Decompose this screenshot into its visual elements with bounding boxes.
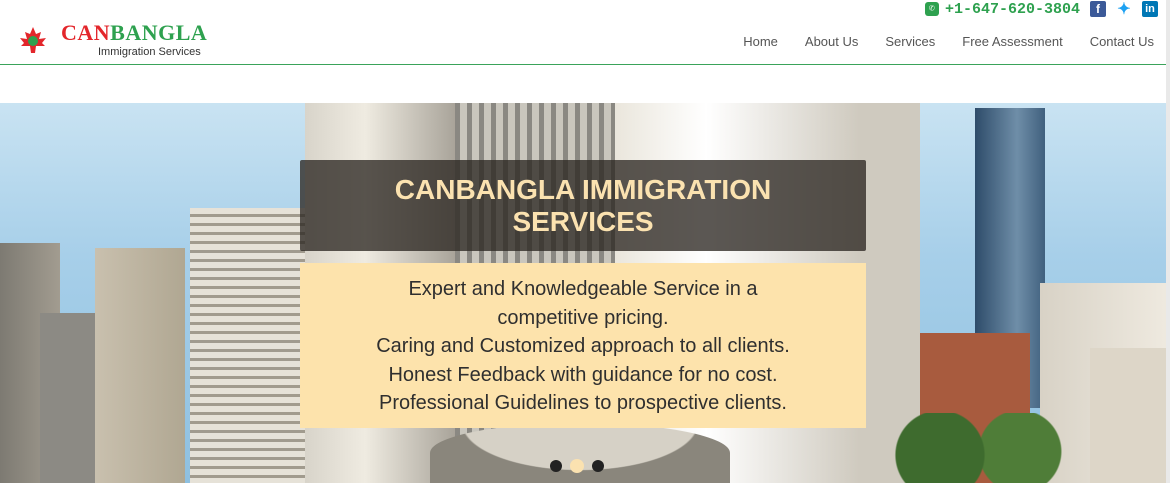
hero-description: Expert and Knowledgeable Service in a co… [300,275,866,418]
brand-can: CAN [61,20,111,45]
linkedin-icon[interactable]: in [1142,1,1158,17]
hero-title-box: CANBANGLA IMMIGRATION SERVICES [300,160,866,251]
site-logo[interactable]: CANBANGLA Immigration Services [14,22,234,64]
main-nav: Home About Us Services Free Assessment C… [743,34,1154,49]
slider-dot[interactable] [550,460,562,472]
twitter-icon[interactable]: ✦ [1116,1,1132,18]
background-building [1090,348,1170,483]
hero-description-line: Honest Feedback with guidance for no cos… [388,363,778,386]
slider-dot-active[interactable] [570,459,584,473]
background-building [95,248,185,483]
nav-contact-us[interactable]: Contact Us [1090,34,1154,49]
brand-bangla: BANGLA [110,20,208,45]
slider-dot[interactable] [592,460,604,472]
hero-description-line: Expert and Knowledgeable Service in a [408,278,758,300]
top-contact-bar: ✆ +1-647-620-3804 f ✦ in [924,0,1158,18]
brand-tagline: Immigration Services [98,46,201,58]
phone-link[interactable]: ✆ +1-647-620-3804 [924,0,1080,18]
background-trees [880,413,1080,483]
header-divider [0,64,1170,65]
brand-name: CANBANGLA [61,22,207,44]
hero-title-line: SERVICES [512,206,654,237]
site-header: CANBANGLA Immigration Services ✆ +1-647-… [0,0,1170,66]
facebook-icon[interactable]: f [1090,1,1106,17]
nav-home[interactable]: Home [743,34,778,49]
hero-description-line: Professional Guidelines to prospective c… [379,392,787,414]
nav-about-us[interactable]: About Us [805,34,858,49]
background-dome [430,423,730,483]
page-scrollbar[interactable] [1166,0,1170,483]
hero-description-line: Caring and Customized approach to all cl… [376,335,790,357]
maple-leaf-icon [20,27,46,53]
phone-number: +1-647-620-3804 [944,0,1080,18]
hero-description-line: competitive pricing. [497,306,669,329]
background-building [40,313,100,483]
slider-dots [550,459,604,473]
hero-slider: CANBANGLA IMMIGRATION SERVICES Expert an… [0,103,1170,483]
hero-title-line: CANBANGLA IMMIGRATION [394,174,772,205]
nav-services[interactable]: Services [885,34,935,49]
nav-free-assessment[interactable]: Free Assessment [962,34,1062,49]
hero-title: CANBANGLA IMMIGRATION SERVICES [300,174,866,238]
phone-icon: ✆ [924,2,939,16]
hero-description-box: Expert and Knowledgeable Service in a co… [300,263,866,428]
background-building [190,208,310,483]
